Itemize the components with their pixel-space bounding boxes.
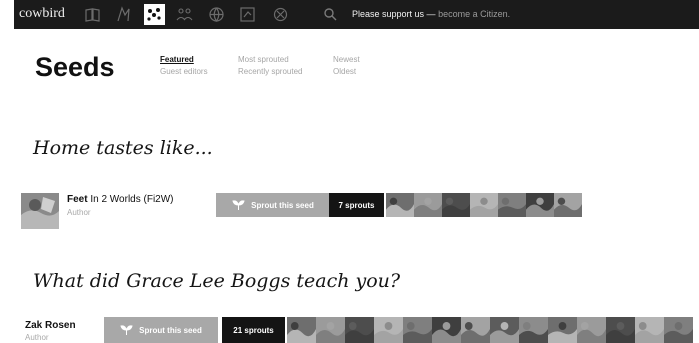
sprout-thumbnail[interactable] (461, 317, 490, 343)
author-name[interactable]: Feet In 2 Worlds (Fi2W) (67, 194, 174, 205)
sprout-button-label: Sprout this seed (251, 200, 314, 210)
author-first: Feet (67, 194, 88, 205)
book-icon[interactable] (82, 4, 103, 25)
sprout-thumbnail[interactable] (606, 317, 635, 343)
sprout-thumbnail[interactable] (345, 317, 374, 343)
sprout-thumbnail[interactable] (316, 317, 345, 343)
search-icon[interactable] (320, 4, 341, 25)
author-role: Author (67, 208, 91, 217)
author-suffix: In 2 Worlds (Fi2W) (90, 194, 174, 205)
top-nav-bar: cowbird Please support us — become a Cit… (14, 0, 699, 29)
sprout-button[interactable]: Sprout this seed (104, 317, 218, 343)
seed-question[interactable]: Home tastes like... (33, 137, 213, 159)
sprout-thumbnail[interactable] (635, 317, 664, 343)
sprout-thumbnail[interactable] (414, 193, 442, 217)
sprout-thumbnail[interactable] (470, 193, 498, 217)
rider-icon[interactable] (113, 4, 134, 25)
sprout-thumbnail[interactable] (577, 317, 606, 343)
sprout-thumbnail[interactable] (526, 193, 554, 217)
support-message: Please support us — become a Citizen. (352, 9, 510, 19)
author-first: Zak Rosen (25, 320, 76, 331)
sprout-thumbnail[interactable] (554, 193, 582, 217)
sprout-thumbnail[interactable] (386, 193, 414, 217)
sprout-button[interactable]: Sprout this seed (216, 193, 330, 217)
sprout-count-badge[interactable]: 21 sprouts (222, 317, 285, 343)
author-name[interactable]: Zak Rosen (25, 320, 76, 331)
filter-guest-editors[interactable]: Guest editors (160, 67, 208, 76)
filter-newest[interactable]: Newest (333, 55, 360, 64)
avatar[interactable] (21, 193, 59, 229)
sprout-thumbnail[interactable] (490, 317, 519, 343)
seed-question[interactable]: What did Grace Lee Boggs teach you? (33, 270, 400, 292)
crowd-icon[interactable] (174, 4, 195, 25)
filter-recently-sprouted[interactable]: Recently sprouted (238, 67, 302, 76)
page-title: Seeds (35, 52, 115, 82)
seeds-icon[interactable] (144, 4, 165, 25)
filter-oldest[interactable]: Oldest (333, 67, 356, 76)
cowbird-logo[interactable]: cowbird (19, 6, 65, 22)
map-icon[interactable] (237, 4, 258, 25)
sprout-button-label: Sprout this seed (139, 325, 202, 335)
sprout-icon (232, 200, 245, 210)
support-text: Please support us — (352, 9, 436, 19)
sprout-thumbnail[interactable] (498, 193, 526, 217)
sprout-icon (120, 325, 133, 335)
filter-most-sprouted[interactable]: Most sprouted (238, 55, 289, 64)
sprout-thumbnail[interactable] (519, 317, 548, 343)
sprout-count-badge[interactable]: 7 sprouts (329, 193, 384, 217)
sprout-thumbnail[interactable] (664, 317, 693, 343)
sprout-thumbnail[interactable] (403, 317, 432, 343)
sprout-thumbnail[interactable] (374, 317, 403, 343)
filter-featured[interactable]: Featured (160, 55, 194, 64)
become-citizen-link[interactable]: become a Citizen. (438, 9, 510, 19)
sprout-thumbnail[interactable] (548, 317, 577, 343)
sprout-thumbnail[interactable] (442, 193, 470, 217)
globe-icon[interactable] (206, 4, 227, 25)
stars-icon[interactable] (270, 4, 291, 25)
sprout-thumbnail[interactable] (432, 317, 461, 343)
sprout-thumbnail[interactable] (287, 317, 316, 343)
author-role: Author (25, 333, 49, 342)
